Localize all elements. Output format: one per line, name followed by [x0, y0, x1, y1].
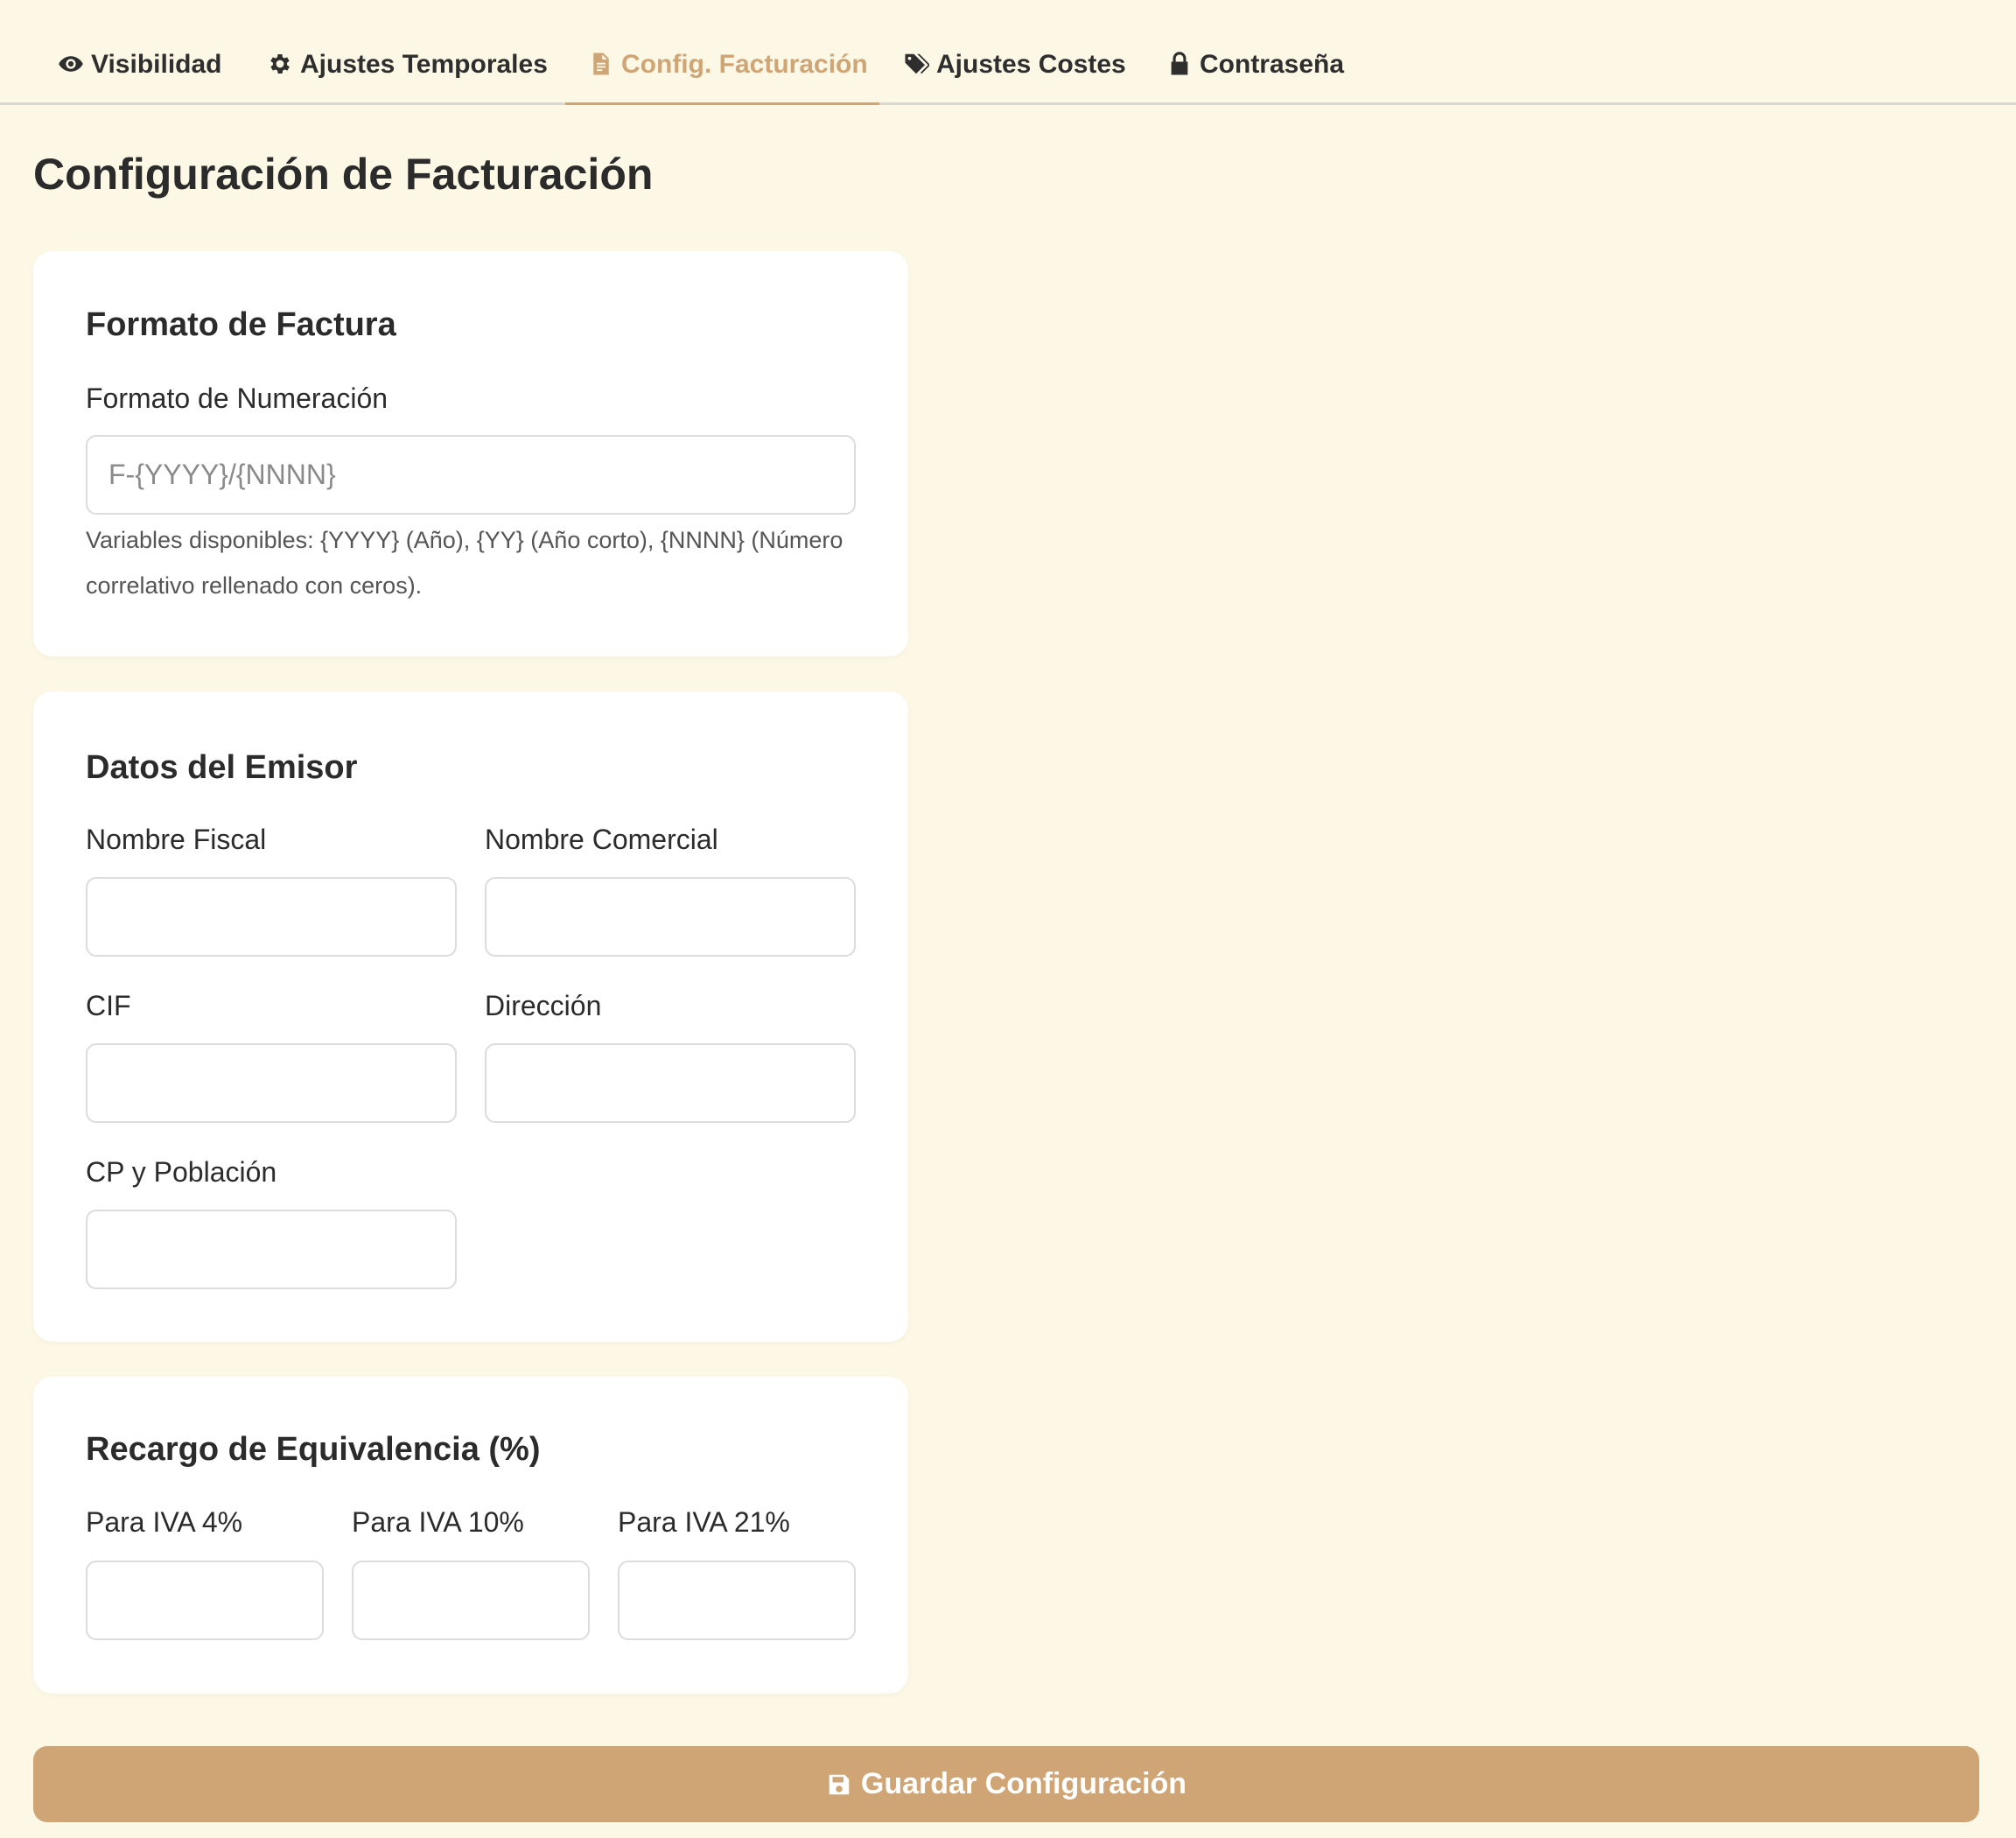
- commercial-name-input[interactable]: [485, 877, 856, 957]
- postal-city-label: CP y Población: [86, 1156, 277, 1188]
- tab-visibilidad[interactable]: Visibilidad: [58, 35, 224, 105]
- tab-label: Config. Facturación: [621, 50, 868, 79]
- invoice-format-card: Formato de Factura Formato de Numeración…: [33, 251, 908, 656]
- save-config-button[interactable]: Guardar Configuración: [33, 1746, 1979, 1822]
- lock-icon: [1171, 52, 1188, 75]
- tags-icon: [905, 53, 929, 74]
- tab-config-facturacion[interactable]: Config. Facturación: [565, 35, 879, 105]
- tab-label: Ajustes Costes: [936, 50, 1126, 79]
- gear-icon: [270, 54, 290, 74]
- cif-label: CIF: [86, 990, 131, 1021]
- tab-label: Visibilidad: [91, 50, 222, 79]
- file-invoice-icon: [593, 53, 609, 75]
- save-button-label: Guardar Configuración: [860, 1767, 1187, 1800]
- iva21-label: Para IVA 21%: [618, 1506, 790, 1538]
- settings-tab-bar: Visibilidad Ajustes Temporales Config. F…: [0, 0, 2016, 105]
- fiscal-name-label: Nombre Fiscal: [86, 824, 267, 855]
- tab-contrasena[interactable]: Contraseña: [1166, 35, 1345, 105]
- tab-label: Contraseña: [1200, 50, 1345, 79]
- iva10-surcharge-input[interactable]: [352, 1561, 590, 1640]
- issuer-data-card: Datos del Emisor Nombre Fiscal Nombre Co…: [33, 691, 908, 1342]
- equivalence-surcharge-card: Recargo de Equivalencia (%) Para IVA 4% …: [33, 1377, 908, 1694]
- cif-input[interactable]: [86, 1043, 457, 1123]
- eye-icon: [59, 56, 83, 72]
- iva4-surcharge-input[interactable]: [86, 1561, 324, 1640]
- numbering-format-input[interactable]: [86, 435, 856, 515]
- card-title: Datos del Emisor: [86, 749, 358, 786]
- iva10-label: Para IVA 10%: [352, 1506, 524, 1538]
- tab-ajustes-costes[interactable]: Ajustes Costes: [903, 35, 1126, 105]
- postal-city-input[interactable]: [86, 1210, 457, 1289]
- card-title: Recargo de Equivalencia (%): [86, 1431, 541, 1468]
- card-title: Formato de Factura: [86, 306, 396, 343]
- tab-label: Ajustes Temporales: [300, 50, 548, 79]
- iva21-surcharge-input[interactable]: [618, 1561, 856, 1640]
- numbering-format-label: Formato de Numeración: [86, 382, 388, 414]
- page-title: Configuración de Facturación: [33, 150, 654, 199]
- tab-ajustes-temporales[interactable]: Ajustes Temporales: [267, 35, 548, 105]
- address-label: Dirección: [485, 990, 602, 1021]
- address-input[interactable]: [485, 1043, 856, 1123]
- iva4-label: Para IVA 4%: [86, 1506, 243, 1538]
- commercial-name-label: Nombre Comercial: [485, 824, 718, 855]
- floppy-disk-icon: [829, 1774, 850, 1794]
- numbering-help-text: Variables disponibles: {YYYY} (Año), {YY…: [86, 527, 844, 599]
- fiscal-name-input[interactable]: [86, 877, 457, 957]
